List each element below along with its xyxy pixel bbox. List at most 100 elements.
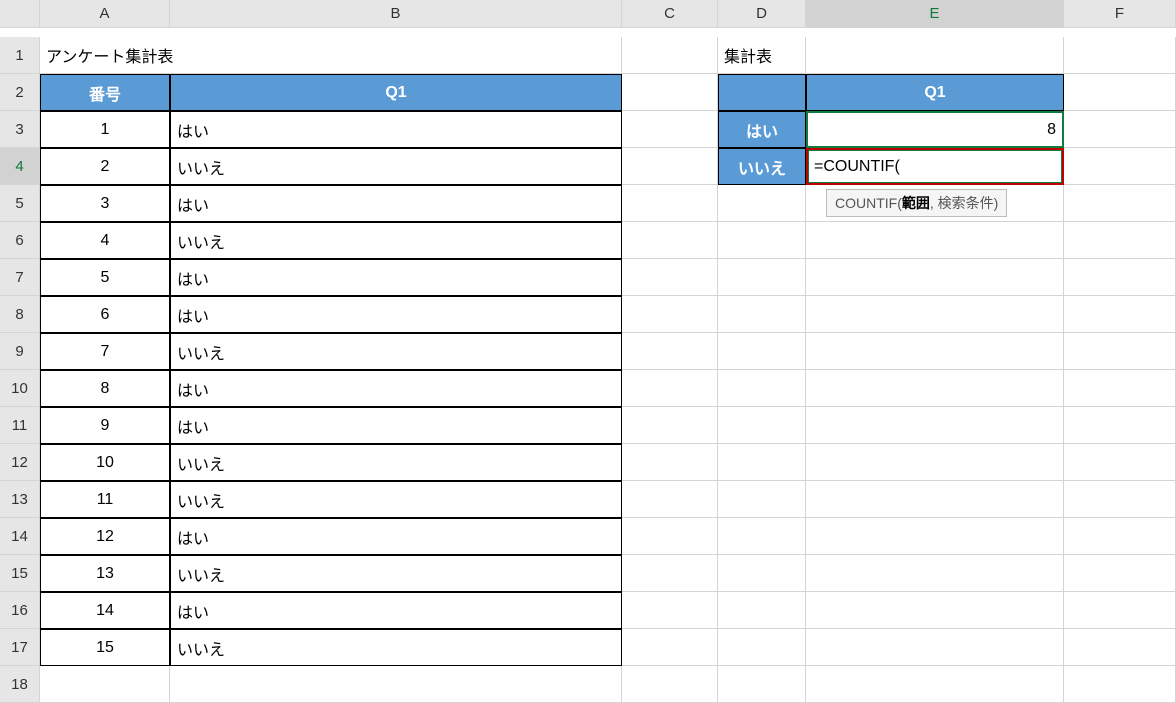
cell-e16[interactable] xyxy=(806,592,1064,629)
cell-c10[interactable] xyxy=(622,370,718,407)
cell-f8[interactable] xyxy=(1064,296,1176,333)
formula-input-text[interactable]: =COUNTIF( xyxy=(814,158,900,176)
cell-e13[interactable] xyxy=(806,481,1064,518)
cell-d18[interactable] xyxy=(718,666,806,703)
cell-f5[interactable] xyxy=(1064,185,1176,222)
cell-c12[interactable] xyxy=(622,444,718,481)
cell-e12[interactable] xyxy=(806,444,1064,481)
row-header-18[interactable]: 18 xyxy=(0,666,40,703)
row-header-9[interactable]: 9 xyxy=(0,333,40,370)
row-header-8[interactable]: 8 xyxy=(0,296,40,333)
cell-c3[interactable] xyxy=(622,111,718,148)
cell-f13[interactable] xyxy=(1064,481,1176,518)
cell-e3-value[interactable]: 8 xyxy=(806,111,1064,148)
cell-e11[interactable] xyxy=(806,407,1064,444)
cell-b6[interactable]: いいえ xyxy=(170,222,622,259)
cell-d3-label[interactable]: はい xyxy=(718,111,806,148)
col-header-d[interactable]: D xyxy=(718,0,806,28)
corner-cell[interactable] xyxy=(0,0,40,28)
cell-a16[interactable]: 14 xyxy=(40,592,170,629)
cell-f9[interactable] xyxy=(1064,333,1176,370)
cell-d6[interactable] xyxy=(718,222,806,259)
cell-b17[interactable]: いいえ xyxy=(170,629,622,666)
cell-c1[interactable] xyxy=(622,37,718,74)
cell-a12[interactable]: 10 xyxy=(40,444,170,481)
cell-a13[interactable]: 11 xyxy=(40,481,170,518)
cell-c9[interactable] xyxy=(622,333,718,370)
cell-c15[interactable] xyxy=(622,555,718,592)
row-header-3[interactable]: 3 xyxy=(0,111,40,148)
row-header-11[interactable]: 11 xyxy=(0,407,40,444)
cell-a1-title[interactable]: アンケート集計表 xyxy=(40,37,622,74)
col-header-e[interactable]: E xyxy=(806,0,1064,28)
cell-d16[interactable] xyxy=(718,592,806,629)
cell-c2[interactable] xyxy=(622,74,718,111)
row-header-17[interactable]: 17 xyxy=(0,629,40,666)
cell-c6[interactable] xyxy=(622,222,718,259)
col-header-a[interactable]: A xyxy=(40,0,170,28)
row-header-4[interactable]: 4 xyxy=(0,148,40,185)
cell-c13[interactable] xyxy=(622,481,718,518)
row-header-7[interactable]: 7 xyxy=(0,259,40,296)
cell-a3[interactable]: 1 xyxy=(40,111,170,148)
cell-b5[interactable]: はい xyxy=(170,185,622,222)
cell-d12[interactable] xyxy=(718,444,806,481)
cell-a7[interactable]: 5 xyxy=(40,259,170,296)
cell-f4[interactable] xyxy=(1064,148,1176,185)
cell-c11[interactable] xyxy=(622,407,718,444)
cell-a2-header[interactable]: 番号 xyxy=(40,74,170,111)
cell-e4-active-formula[interactable]: =COUNTIF( COUNTIF(範囲, 検索条件) xyxy=(806,148,1064,185)
cell-d14[interactable] xyxy=(718,518,806,555)
cell-b4[interactable]: いいえ xyxy=(170,148,622,185)
cell-c14[interactable] xyxy=(622,518,718,555)
cell-b13[interactable]: いいえ xyxy=(170,481,622,518)
tooltip-arg-bold[interactable]: 範囲 xyxy=(902,195,930,211)
cell-d11[interactable] xyxy=(718,407,806,444)
cell-c4[interactable] xyxy=(622,148,718,185)
cell-c8[interactable] xyxy=(622,296,718,333)
cell-e6[interactable] xyxy=(806,222,1064,259)
cell-d13[interactable] xyxy=(718,481,806,518)
cell-e14[interactable] xyxy=(806,518,1064,555)
cell-c7[interactable] xyxy=(622,259,718,296)
cell-b15[interactable]: いいえ xyxy=(170,555,622,592)
cell-e2-header[interactable]: Q1 xyxy=(806,74,1064,111)
cell-b3[interactable]: はい xyxy=(170,111,622,148)
row-header-2[interactable]: 2 xyxy=(0,74,40,111)
cell-d1-title[interactable]: 集計表 xyxy=(718,37,806,74)
cell-a10[interactable]: 8 xyxy=(40,370,170,407)
cell-d10[interactable] xyxy=(718,370,806,407)
cell-f3[interactable] xyxy=(1064,111,1176,148)
cell-d2-header[interactable] xyxy=(718,74,806,111)
cell-c5[interactable] xyxy=(622,185,718,222)
cell-c18[interactable] xyxy=(622,666,718,703)
cell-b18[interactable] xyxy=(170,666,622,703)
cell-d5[interactable] xyxy=(718,185,806,222)
cell-d15[interactable] xyxy=(718,555,806,592)
cell-f11[interactable] xyxy=(1064,407,1176,444)
cell-a18[interactable] xyxy=(40,666,170,703)
cell-a11[interactable]: 9 xyxy=(40,407,170,444)
cell-b14[interactable]: はい xyxy=(170,518,622,555)
cell-f14[interactable] xyxy=(1064,518,1176,555)
col-header-b[interactable]: B xyxy=(170,0,622,28)
cell-c17[interactable] xyxy=(622,629,718,666)
cell-e9[interactable] xyxy=(806,333,1064,370)
cell-f17[interactable] xyxy=(1064,629,1176,666)
cell-e10[interactable] xyxy=(806,370,1064,407)
cell-e8[interactable] xyxy=(806,296,1064,333)
row-header-14[interactable]: 14 xyxy=(0,518,40,555)
cell-b11[interactable]: はい xyxy=(170,407,622,444)
cell-d8[interactable] xyxy=(718,296,806,333)
cell-f12[interactable] xyxy=(1064,444,1176,481)
cell-d17[interactable] xyxy=(718,629,806,666)
spreadsheet-grid[interactable]: A B C D E F 1 アンケート集計表 集計表 2 番号 Q1 Q1 3 … xyxy=(0,0,1176,703)
cell-e15[interactable] xyxy=(806,555,1064,592)
row-header-10[interactable]: 10 xyxy=(0,370,40,407)
cell-a15[interactable]: 13 xyxy=(40,555,170,592)
cell-f18[interactable] xyxy=(1064,666,1176,703)
cell-f2[interactable] xyxy=(1064,74,1176,111)
col-header-c[interactable]: C xyxy=(622,0,718,28)
cell-e18[interactable] xyxy=(806,666,1064,703)
cell-a14[interactable]: 12 xyxy=(40,518,170,555)
